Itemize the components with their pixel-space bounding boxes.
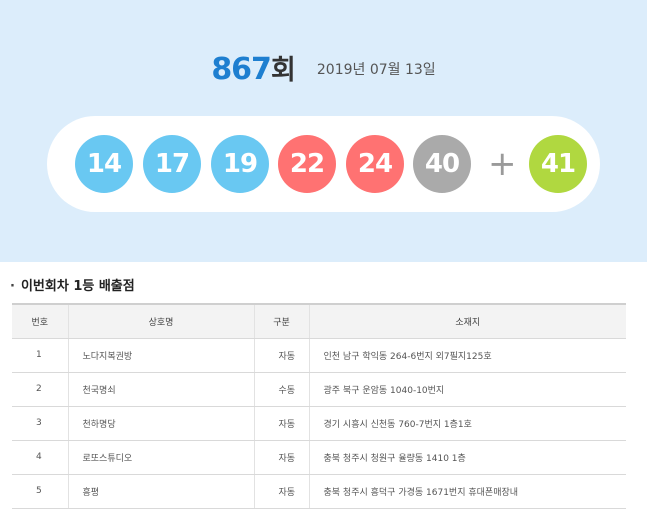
shop-address: 충북 청주시 흥덕구 가경동 1671번지 휴대폰매장내 [308,473,626,509]
winning-ball-5: 24 [346,135,404,193]
winning-ball-1: 14 [75,135,133,193]
selection-type: 자동 [253,473,309,509]
draw-date: 2019년 07월 13일 [316,62,436,78]
row-number: 1 [12,337,68,373]
selection-type: 자동 [253,405,309,441]
shop-address: 광주 북구 운암동 1040-10번지 [308,371,626,407]
row-number: 3 [12,405,68,441]
selection-type: 자동 [253,439,309,475]
round-suffix: 회 [270,55,296,86]
header-number: 번호 [12,303,68,339]
shop-name: 천국명쇠 [67,371,254,407]
section-title: · 이번회차 1등 배출점 [10,275,135,294]
table-row: 1 노다지복권방 자동 인천 남구 학익동 264-6번지 외7필지125호 [12,337,626,373]
winning-shops-table: 번호 상호명 구분 소재지 1 노다지복권방 자동 인천 남구 학익동 264-… [12,303,626,509]
shop-name: 로또스튜디오 [67,439,254,475]
shop-address: 경기 시흥시 신천동 760-7번지 1층1호 [308,405,626,441]
shop-name: 노다지복권방 [67,337,254,373]
shop-name: 흥평 [67,473,254,509]
plus-icon: + [488,144,517,184]
header-type: 구분 [253,303,309,339]
section-title-text: 이번회차 1등 배출점 [20,279,135,294]
winning-ball-6: 40 [413,135,471,193]
bullet-icon: · [10,279,15,294]
round-heading: 867회 2019년 07월 13일 [0,48,647,87]
header-address: 소재지 [308,303,626,339]
winning-ball-3: 19 [211,135,269,193]
row-number: 5 [12,473,68,509]
table-row: 4 로또스튜디오 자동 충북 청주시 청원구 율량동 1410 1층 [12,439,626,475]
shop-name: 천하명당 [67,405,254,441]
row-number: 2 [12,371,68,407]
winning-ball-4: 22 [278,135,336,193]
table-row: 5 흥평 자동 충북 청주시 흥덕구 가경동 1671번지 휴대폰매장내 [12,473,626,509]
row-number: 4 [12,439,68,475]
table-row: 3 천하명당 자동 경기 시흥시 신천동 760-7번지 1층1호 [12,405,626,441]
winning-numbers-panel: 14 17 19 22 24 40 + 41 [47,116,600,212]
table-header-row: 번호 상호명 구분 소재지 [12,303,626,339]
header-shop-name: 상호명 [67,303,254,339]
selection-type: 수동 [253,371,309,407]
winning-ball-2: 17 [143,135,201,193]
shop-address: 충북 청주시 청원구 율량동 1410 1층 [308,439,626,475]
shop-address: 인천 남구 학익동 264-6번지 외7필지125호 [308,337,626,373]
selection-type: 자동 [253,337,309,373]
round-number: 867 [211,52,272,87]
table-row: 2 천국명쇠 수동 광주 북구 운암동 1040-10번지 [12,371,626,407]
draw-result-banner: 867회 2019년 07월 13일 14 17 19 22 24 40 + 4… [0,0,647,262]
bonus-ball: 41 [529,135,587,193]
